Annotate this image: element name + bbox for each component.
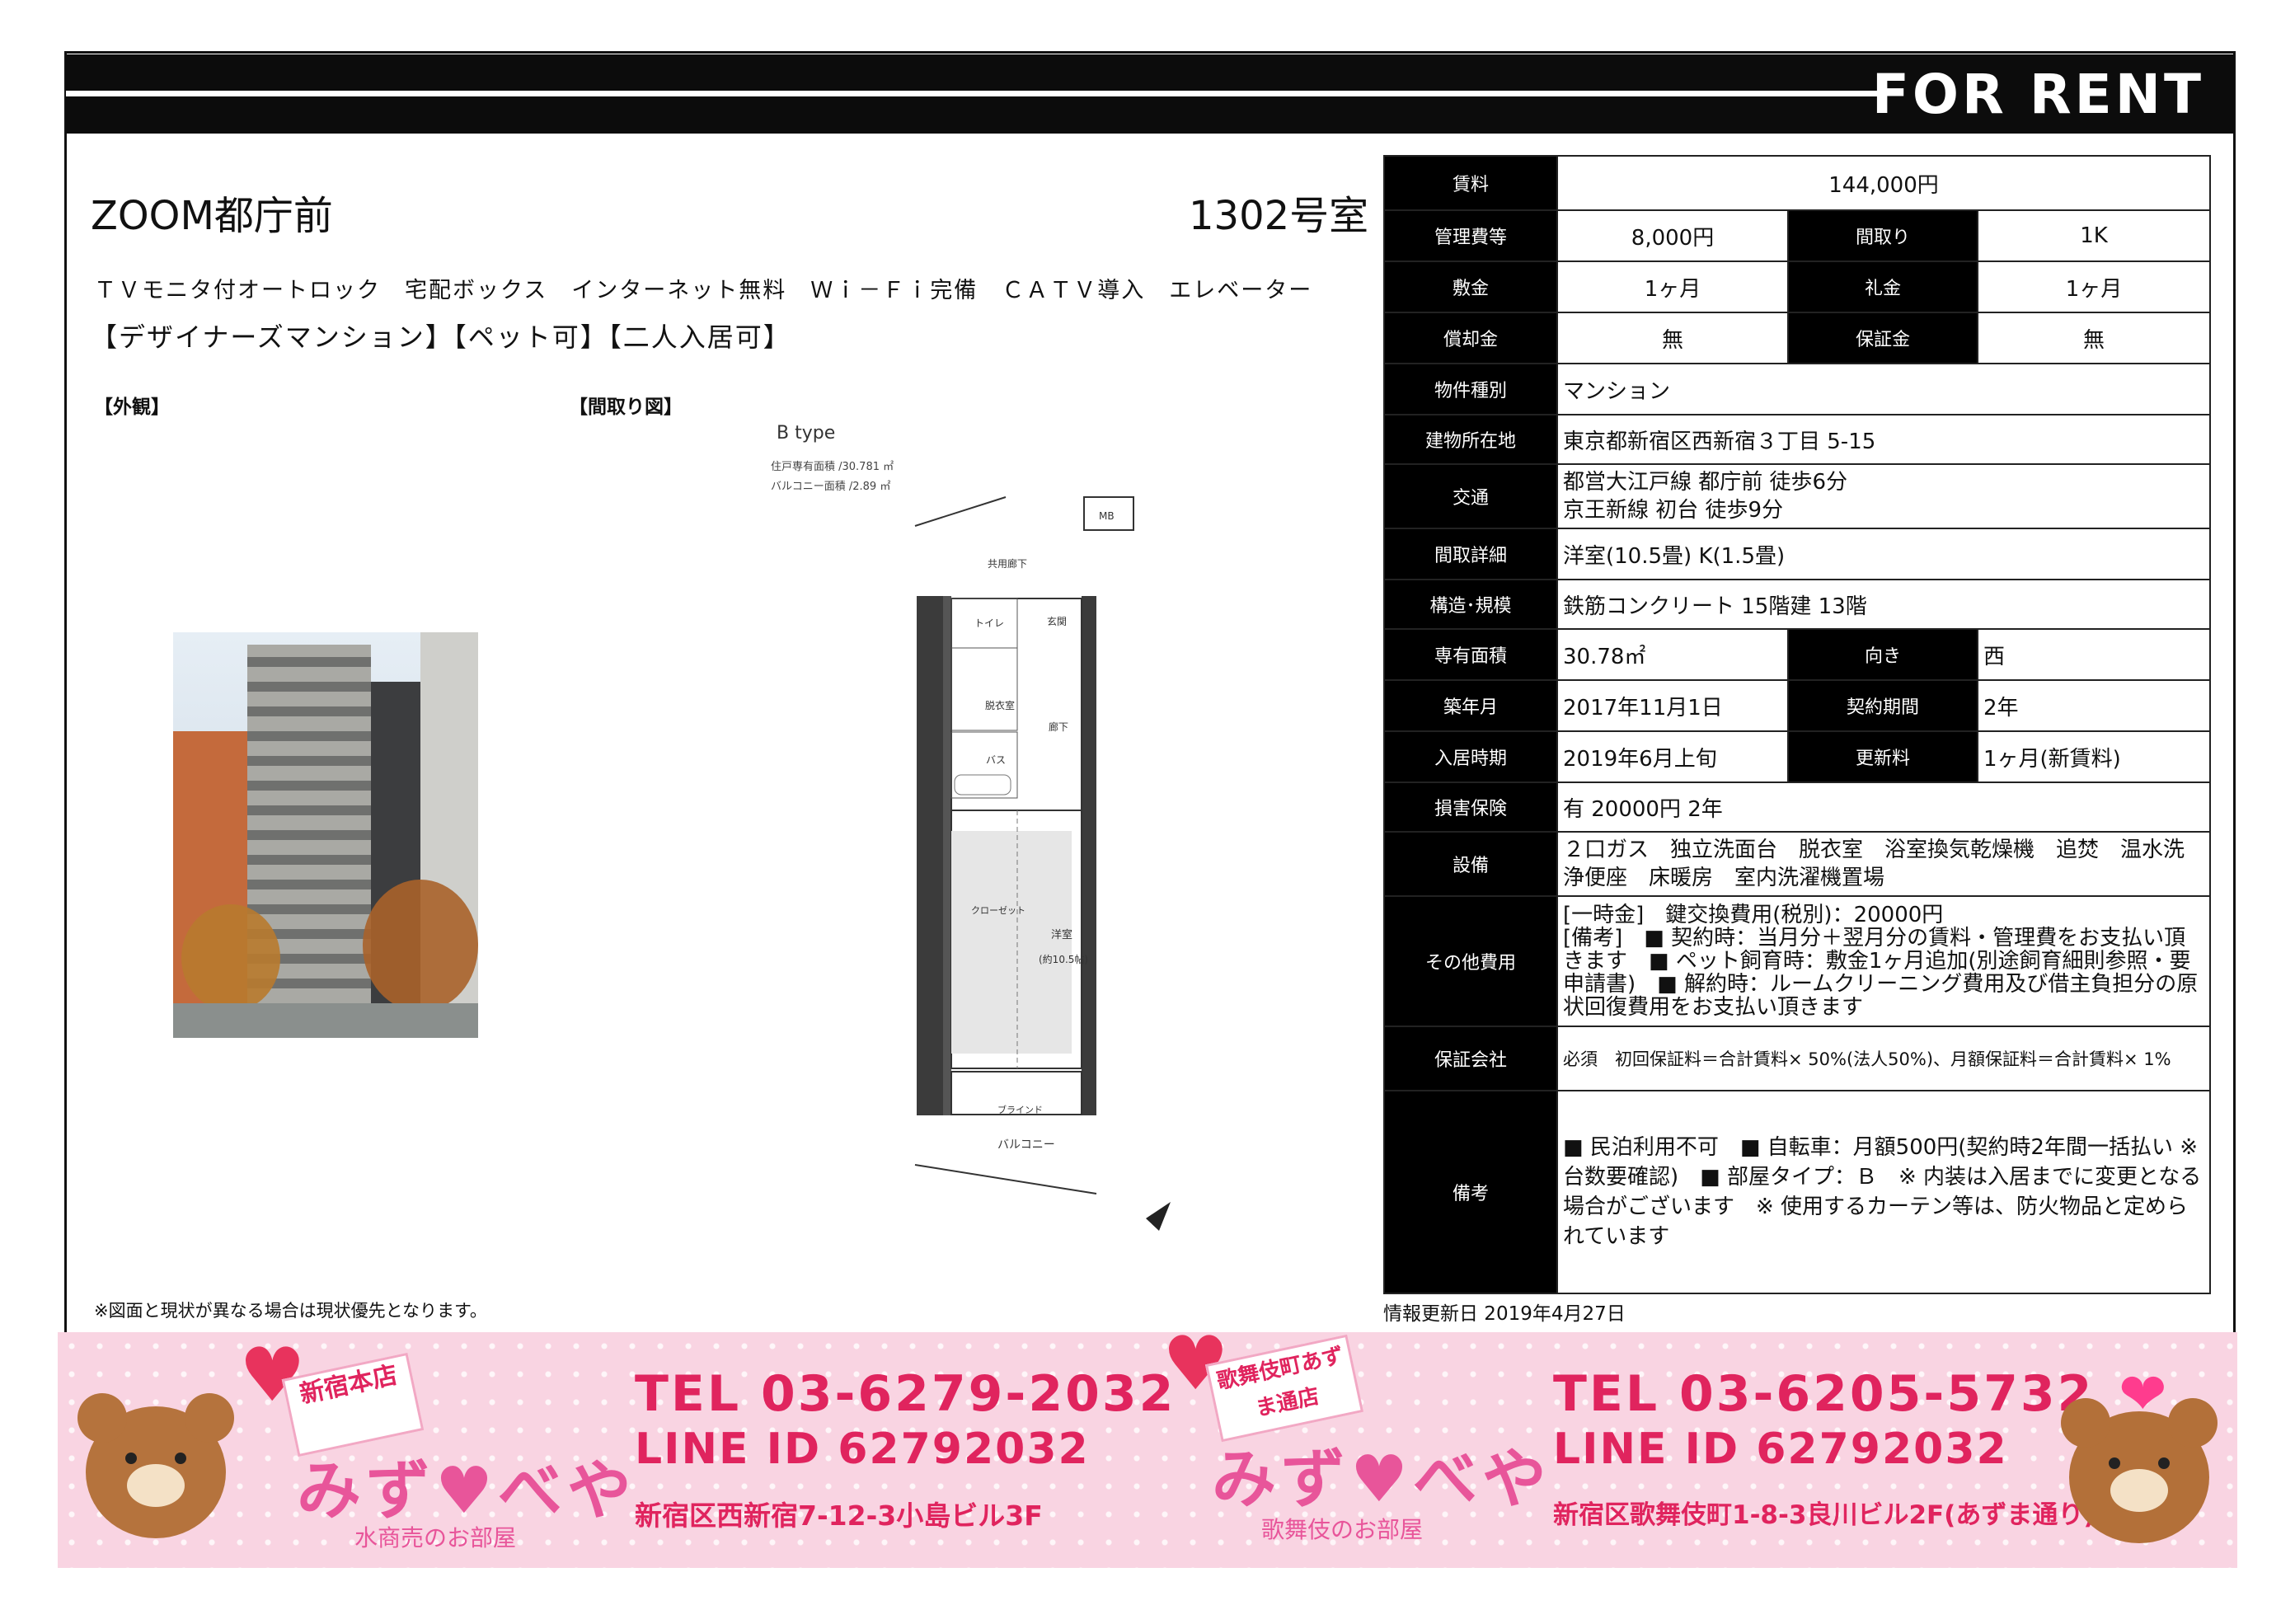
built-label: 築年月 <box>1383 679 1558 732</box>
contract-value: 2年 <box>1976 679 2212 732</box>
left-address: 新宿区西新宿7-12-3小島ビル3F <box>635 1500 1043 1532</box>
left-logo-sub: 水商売のお部屋 <box>354 1524 517 1551</box>
tags-list: 【デザイナーズマンション】【ペット可】【二人入居可】 <box>91 322 791 353</box>
transport-line-2: 京王新線 初台 徒歩9分 <box>1563 498 1784 523</box>
direction-value: 西 <box>1976 628 2212 681</box>
room-detail-label: 間取詳細 <box>1383 528 1558 580</box>
left-logo: みず♥べや <box>297 1454 636 1528</box>
agency-banner: ♥ 新宿本店 みず♥べや 水商売のお部屋 TEL 03-6279-2032 LI… <box>58 1332 2237 1568</box>
mgmt-label: 管理費等 <box>1383 209 1558 262</box>
other-costs-line-1: [一時金] 鍵交換費用(税別)：20000円 <box>1563 903 1944 927</box>
svg-text:洋室: 洋室 <box>1051 928 1072 941</box>
renewal-value: 1ヶ月(新賃料) <box>1976 730 2212 783</box>
layout-value: 1K <box>1976 209 2212 262</box>
header-bar: FOR RENT <box>66 54 2234 134</box>
exterior-label: 【外観】 <box>94 397 170 418</box>
svg-text:脱衣室: 脱衣室 <box>985 699 1015 711</box>
svg-text:バルコニー: バルコニー <box>997 1138 1055 1152</box>
renewal-label: 更新料 <box>1787 730 1978 783</box>
other-costs-line-2: [備考] ■ 契約時：当月分＋翌月分の賃料・管理費をお支払い頂きます ■ ペット… <box>1563 926 2199 1020</box>
rent-value: 144,000円 <box>1556 155 2212 211</box>
svg-text:廊下: 廊下 <box>1049 720 1068 733</box>
guarantor-company-value: 必須 初回保証料＝合計賃料× 50%(法人50%)、月額保証料＝合計賃料× 1% <box>1556 1026 2212 1091</box>
pink-bow-icon: ❤ <box>2119 1360 2167 1428</box>
room-number: 1302号室 <box>1189 193 1369 239</box>
rent-label: 賃料 <box>1383 155 1558 211</box>
plan-area-note: 住戸専有面積 /30.781 ㎡ <box>771 461 894 473</box>
svg-text:共用廊下: 共用廊下 <box>988 557 1027 570</box>
transport-line-1: 都営大江戸線 都庁前 徒歩6分 <box>1563 470 1848 495</box>
right-tel: TEL 03-6205-5732 <box>1553 1365 2095 1423</box>
area-label: 専有面積 <box>1383 628 1558 681</box>
left-line-id: LINE ID 62792032 <box>635 1425 1090 1474</box>
svg-text:MB: MB <box>1099 510 1115 522</box>
address-value: 東京都新宿区西新宿３丁目 5-15 <box>1556 414 2212 465</box>
insurance-value: 有 20000円 2年 <box>1556 781 2212 833</box>
contract-label: 契約期間 <box>1787 679 1978 732</box>
building-name: ZOOM都庁前 <box>91 193 333 239</box>
deposit-label: 敷金 <box>1383 260 1558 313</box>
area-value: 30.78㎡ <box>1556 628 1789 681</box>
amort-value: 無 <box>1556 312 1789 364</box>
structure-value: 鉄筋コンクリート 15階建 13階 <box>1556 579 2212 630</box>
structure-label: 構造･規模 <box>1383 579 1558 630</box>
floor-plan-drawing: B type 住戸専有面積 /30.781 ㎡ バルコニー面積 /2.89 ㎡ … <box>771 423 1171 1231</box>
transport-label: 交通 <box>1383 463 1558 529</box>
equipment-label: 設備 <box>1383 831 1558 897</box>
exterior-photo <box>173 632 478 1038</box>
type-value: マンション <box>1556 363 2212 415</box>
right-logo-sub: 歌舞伎のお部屋 <box>1261 1516 1424 1543</box>
floorplan-label: 【間取り図】 <box>569 397 683 418</box>
svg-text:ブラインド: ブラインド <box>997 1104 1043 1115</box>
equipment-value: ２口ガス 独立洗面台 脱衣室 浴室換気乾燥機 追焚 温水洗浄便座 床暖房 室内洗… <box>1556 831 2212 897</box>
built-value: 2017年11月1日 <box>1556 679 1789 732</box>
plan-balcony-note: バルコニー面積 /2.89 ㎡ <box>771 481 890 493</box>
deposit-value: 1ヶ月 <box>1556 260 1789 313</box>
guarantor-company-label: 保証会社 <box>1383 1026 1558 1091</box>
mgmt-value: 8,000円 <box>1556 209 1789 262</box>
svg-text:トイレ: トイレ <box>974 617 1004 629</box>
bear-mascot-right-icon <box>2061 1398 2218 1543</box>
key-money-value: 1ヶ月 <box>1976 260 2212 313</box>
guarantee-label: 保証金 <box>1787 312 1978 364</box>
layout-label: 間取り <box>1787 209 1978 262</box>
updated-date: 情報更新日 2019年4月27日 <box>1383 1303 1626 1325</box>
direction-label: 向き <box>1787 628 1978 681</box>
property-info-table: 賃料 144,000円 管理費等 8,000円 間取り 1K 敷金 1ヶ月 礼金… <box>1383 155 2212 1294</box>
svg-text:玄関: 玄関 <box>1047 615 1067 627</box>
other-costs-label: その他費用 <box>1383 895 1558 1027</box>
movein-label: 入居時期 <box>1383 730 1558 783</box>
amort-label: 償却金 <box>1383 312 1558 364</box>
right-line-id: LINE ID 62792032 <box>1553 1425 2008 1474</box>
remarks-value: ■ 民泊利用不可 ■ 自転車：月額500円(契約時2年間一括払い ※ 台数要確認… <box>1556 1090 2212 1294</box>
address-label: 建物所在地 <box>1383 414 1558 465</box>
room-detail-value: 洋室(10.5畳) K(1.5畳) <box>1556 528 2212 580</box>
footnote: ※図面と現状が異なる場合は現状優先となります。 <box>94 1301 487 1321</box>
movein-value: 2019年6月上旬 <box>1556 730 1789 783</box>
type-label: 物件種別 <box>1383 363 1558 415</box>
remarks-label: 備考 <box>1383 1090 1558 1294</box>
svg-text:(約10.5帖): (約10.5帖) <box>1039 953 1088 965</box>
insurance-label: 損害保険 <box>1383 781 1558 833</box>
right-logo: みず♥べや <box>1212 1443 1551 1517</box>
guarantee-value: 無 <box>1976 312 2212 364</box>
left-tel: TEL 03-6279-2032 <box>635 1365 1176 1423</box>
for-rent-title: FOR RENT <box>1871 63 2204 126</box>
features-list: ＴＶモニタ付オートロック 宅配ボックス インターネット無料 Ｗｉ－Ｆｉ完備 ＣＡ… <box>94 278 1313 303</box>
key-money-label: 礼金 <box>1787 260 1978 313</box>
plan-type-label: B type <box>777 423 835 444</box>
bear-mascot-left-icon <box>77 1393 234 1538</box>
svg-text:バス: バス <box>986 754 1006 766</box>
header-stripe <box>66 91 1880 96</box>
right-address: 新宿区歌舞伎町1-8-3良川ビル2F(あずま通り) <box>1553 1500 2096 1530</box>
